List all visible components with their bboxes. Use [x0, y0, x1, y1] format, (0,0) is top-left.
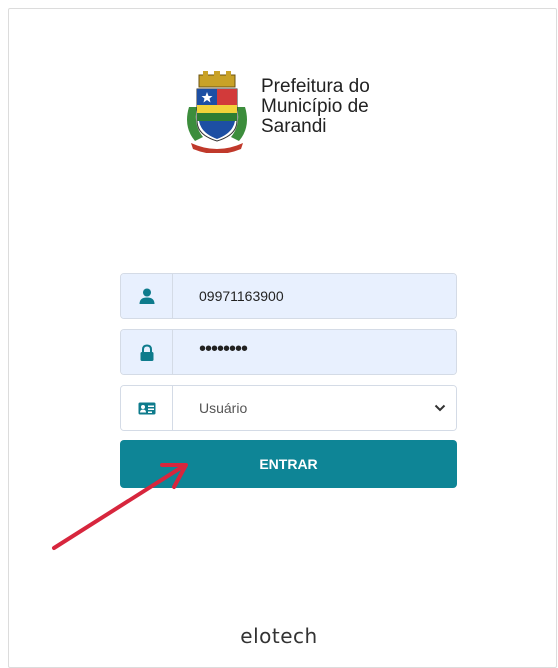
password-input[interactable]: •••••••• [173, 330, 456, 374]
brand-header: Prefeitura do Município de Sarandi [181, 71, 370, 153]
user-icon [139, 288, 154, 304]
username-field[interactable]: 09971163900 [120, 273, 457, 319]
profile-selected-value: Usuário [199, 400, 248, 416]
profile-select-field[interactable]: Usuário [120, 385, 457, 431]
elotech-logo: elotech [240, 624, 318, 648]
id-card-icon-addon [121, 386, 173, 430]
brand-line-1: Prefeitura do [261, 76, 370, 97]
brand-line-2: Município de [261, 96, 369, 117]
brand-line-3: Sarandi [261, 116, 327, 137]
chevron-down-icon [434, 404, 446, 412]
profile-select[interactable]: Usuário [173, 386, 456, 430]
user-icon-addon [121, 274, 173, 318]
login-button[interactable]: ENTRAR [120, 440, 457, 488]
lock-icon [140, 343, 153, 361]
municipal-crest-icon [187, 71, 247, 153]
username-input[interactable]: 09971163900 [173, 274, 456, 318]
password-mask: •••••••• [199, 338, 248, 360]
brand-title: Prefeitura do Município de Sarandi [261, 77, 370, 137]
lock-icon-addon [121, 330, 173, 374]
password-field[interactable]: •••••••• [120, 329, 457, 375]
id-card-icon [138, 402, 155, 414]
